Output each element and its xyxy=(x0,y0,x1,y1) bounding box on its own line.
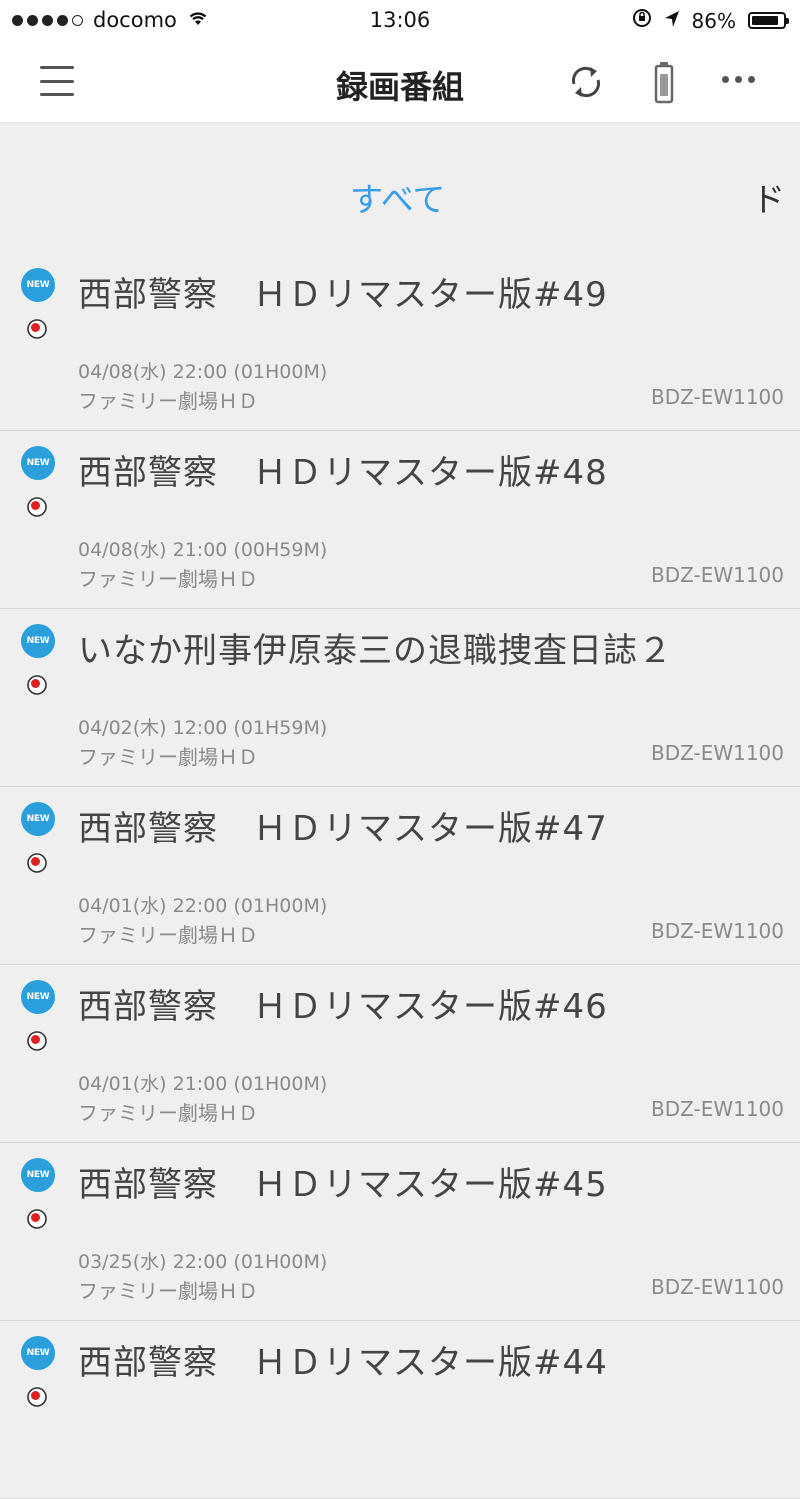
air-datetime: 04/08(水) 21:00 (00H59M) xyxy=(78,539,328,561)
status-bar: docomo 13:06 86% xyxy=(0,0,800,40)
program-title: いなか刑事伊原泰三の退職捜査日誌２ xyxy=(78,631,673,671)
tab-all[interactable]: すべて xyxy=(350,173,445,221)
recorded-icon xyxy=(27,1387,47,1407)
recording-item[interactable]: NEW 西部警察 ＨＤリマスター版#46 04/01(水) 21:00 (01H00… xyxy=(0,965,800,1143)
recorder-device: BDZ-EW1100 xyxy=(651,919,784,943)
new-badge-icon: NEW xyxy=(21,446,55,480)
channel-name: ファミリー劇場ＨＤ xyxy=(78,923,258,947)
program-title: 西部警察 ＨＤリマスター版#45 xyxy=(78,1165,608,1205)
tab-drama[interactable]: ド xyxy=(752,173,785,221)
recording-item[interactable]: NEW 西部警察 ＨＤリマスター版#48 04/08(水) 21:00 (00H59… xyxy=(0,431,800,609)
new-badge-icon: NEW xyxy=(21,1336,55,1370)
recorder-device: BDZ-EW1100 xyxy=(651,385,784,409)
location-arrow-icon xyxy=(664,9,680,33)
recorder-device: BDZ-EW1100 xyxy=(651,1097,784,1121)
recording-item[interactable]: NEW 西部警察 ＨＤリマスター版#44 xyxy=(0,1321,800,1499)
channel-name: ファミリー劇場ＨＤ xyxy=(78,745,258,769)
channel-name: ファミリー劇場ＨＤ xyxy=(78,567,258,591)
recorder-device: BDZ-EW1100 xyxy=(651,1275,784,1299)
battery-icon xyxy=(748,12,789,29)
recorded-icon xyxy=(27,675,47,695)
refresh-icon[interactable] xyxy=(566,62,606,102)
recorder-device: BDZ-EW1100 xyxy=(651,563,784,587)
status-right: 86% xyxy=(632,8,789,33)
new-badge-icon: NEW xyxy=(21,624,55,658)
recorded-icon xyxy=(27,319,47,339)
orientation-lock-icon xyxy=(632,8,652,33)
program-title: 西部警察 ＨＤリマスター版#46 xyxy=(78,987,608,1027)
recorded-icon xyxy=(27,1209,47,1229)
remote-icon[interactable] xyxy=(652,60,676,104)
air-datetime: 04/02(木) 12:00 (01H59M) xyxy=(78,717,328,739)
nav-bar: 録画番組 xyxy=(0,40,800,123)
new-badge-icon: NEW xyxy=(21,1158,55,1192)
recording-item[interactable]: NEW いなか刑事伊原泰三の退職捜査日誌２ 04/02(木) 12:00 (01H5… xyxy=(0,609,800,787)
recording-item[interactable]: NEW 西部警察 ＨＤリマスター版#49 04/08(水) 22:00 (01H00… xyxy=(0,253,800,431)
air-datetime: 04/08(水) 22:00 (01H00M) xyxy=(78,361,328,383)
battery-percent: 86% xyxy=(691,8,736,33)
new-badge-icon: NEW xyxy=(21,980,55,1014)
program-title: 西部警察 ＨＤリマスター版#48 xyxy=(78,453,608,493)
channel-name: ファミリー劇場ＨＤ xyxy=(78,389,258,413)
recording-item[interactable]: NEW 西部警察 ＨＤリマスター版#47 04/01(水) 22:00 (01H00… xyxy=(0,787,800,965)
channel-name: ファミリー劇場ＨＤ xyxy=(78,1101,258,1125)
new-badge-icon: NEW xyxy=(21,802,55,836)
recorded-icon xyxy=(27,853,47,873)
recording-item[interactable]: NEW 西部警察 ＨＤリマスター版#45 03/25(水) 22:00 (01H00… xyxy=(0,1143,800,1321)
tab-bar: すべて ド xyxy=(0,123,800,253)
new-badge-icon: NEW xyxy=(21,268,55,302)
air-datetime: 04/01(水) 21:00 (01H00M) xyxy=(78,1073,328,1095)
program-title: 西部警察 ＨＤリマスター版#49 xyxy=(78,275,608,315)
recording-list: NEW 西部警察 ＨＤリマスター版#49 04/08(水) 22:00 (01H00… xyxy=(0,253,800,1499)
recorded-icon xyxy=(27,497,47,517)
air-datetime: 03/25(水) 22:00 (01H00M) xyxy=(78,1251,328,1273)
page-title: 録画番組 xyxy=(335,68,464,106)
program-title: 西部警察 ＨＤリマスター版#47 xyxy=(78,809,608,849)
recorder-device: BDZ-EW1100 xyxy=(651,741,784,765)
air-datetime: 04/01(水) 22:00 (01H00M) xyxy=(78,895,328,917)
more-icon[interactable] xyxy=(722,76,755,83)
recorded-icon xyxy=(27,1031,47,1051)
channel-name: ファミリー劇場ＨＤ xyxy=(78,1279,258,1303)
program-title: 西部警察 ＨＤリマスター版#44 xyxy=(78,1343,608,1383)
